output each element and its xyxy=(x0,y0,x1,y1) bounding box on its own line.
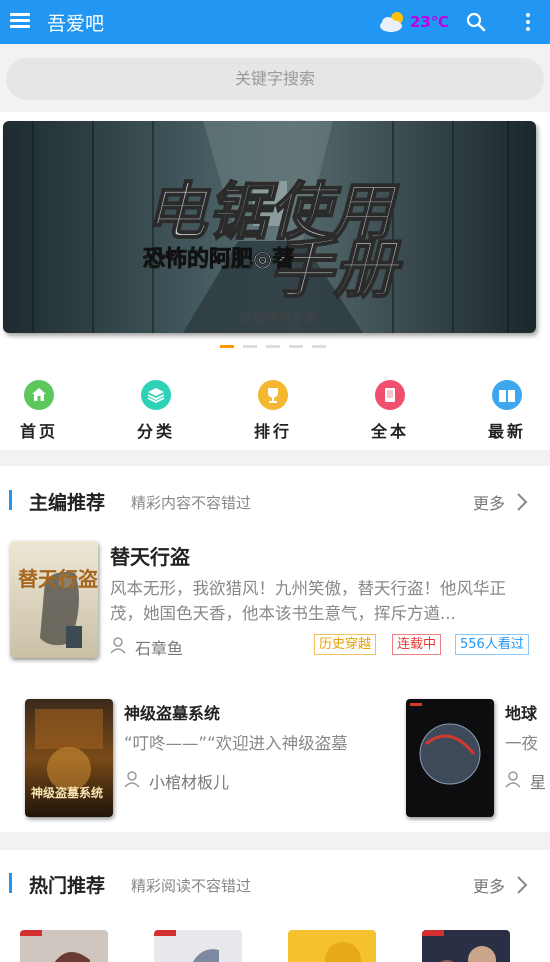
carousel-dot[interactable] xyxy=(289,345,303,348)
banner-carousel[interactable]: 电锯使用 手册 恐怖的阿肥◎著 电锯使用手册 xyxy=(3,121,536,333)
book-icon xyxy=(375,380,405,410)
cover-title-text: 替天行盗 xyxy=(18,567,98,591)
book-author: 小棺材板儿 xyxy=(149,773,230,792)
search-icon[interactable] xyxy=(465,11,487,33)
nav-category[interactable]: 分类 xyxy=(126,380,186,442)
book-description: 一夜 xyxy=(505,734,538,753)
book-cover[interactable] xyxy=(288,930,376,962)
chevron-right-icon[interactable] xyxy=(516,875,528,895)
app-title: 吾爱吧 xyxy=(47,13,105,35)
section-accent-bar xyxy=(9,873,12,893)
weather-icon xyxy=(380,12,403,32)
more-vert-icon[interactable] xyxy=(520,11,536,33)
section-accent-bar xyxy=(9,490,12,510)
temperature-label: 23℃ xyxy=(410,13,450,31)
nav-latest-label: 最新 xyxy=(487,422,526,441)
section-title: 热门推荐 xyxy=(29,875,106,897)
book-cover[interactable] xyxy=(20,930,108,962)
banner-art-author: 恐怖的阿肥◎著 xyxy=(143,246,294,272)
nav-ranking-label: 排行 xyxy=(253,422,292,441)
featured-book-cover[interactable]: 替天行盗 xyxy=(10,541,98,658)
nav-complete-label: 全本 xyxy=(370,422,409,441)
book-description: “叮咚——”“欢迎进入神级盗墓 xyxy=(124,734,348,753)
editor-pick-section: 主编推荐 精彩内容不容错过 更多 替天行盗 替天行盗 风本无形，我欲猎风！九州笑… xyxy=(0,466,550,832)
trophy-icon xyxy=(258,380,288,410)
hot-pick-section: 热门推荐 精彩阅读不容错过 更多 xyxy=(0,850,550,962)
nav-home[interactable]: 首页 xyxy=(9,380,69,442)
featured-book-description: 风本无形，我欲猎风！九州笑傲，替天行盗！他风华正茂，她国色天香，他本该书生意气，… xyxy=(110,579,506,623)
section-subtitle: 精彩阅读不容错过 xyxy=(131,877,252,895)
banner-caption: 电锯使用手册 xyxy=(239,312,318,327)
section-header: 主编推荐 精彩内容不容错过 更多 xyxy=(0,466,550,526)
nav-home-label: 首页 xyxy=(19,422,58,441)
search-input[interactable]: 关键字搜索 xyxy=(6,58,544,100)
nav-complete[interactable]: 全本 xyxy=(360,380,420,442)
home-icon xyxy=(24,380,54,410)
featured-book-title[interactable]: 替天行盗 xyxy=(110,541,190,570)
section-header: 热门推荐 精彩阅读不容错过 更多 xyxy=(0,850,550,910)
menu-icon[interactable] xyxy=(10,11,30,31)
section-subtitle: 精彩内容不容错过 xyxy=(131,494,252,512)
more-link[interactable]: 更多 xyxy=(473,873,505,897)
genre-tag: 历史穿越 xyxy=(314,634,377,655)
chevron-right-icon[interactable] xyxy=(516,492,528,512)
book-title[interactable]: 神级盗墓系统 xyxy=(124,700,220,724)
banner-area: 电锯使用 手册 恐怖的阿肥◎著 电锯使用手册 xyxy=(0,112,550,364)
app-bar: 吾爱吧 23℃ xyxy=(0,0,550,44)
nav-category-label: 分类 xyxy=(136,422,175,441)
carousel-dots xyxy=(220,345,335,349)
more-link[interactable]: 更多 xyxy=(473,490,505,514)
nav-latest[interactable]: 最新 xyxy=(477,380,537,442)
carousel-dot[interactable] xyxy=(243,345,257,348)
book-cover[interactable] xyxy=(422,930,510,962)
carousel-dot[interactable] xyxy=(312,345,326,348)
carousel-dot[interactable] xyxy=(220,345,234,348)
book-cover[interactable] xyxy=(154,930,242,962)
layers-icon xyxy=(141,380,171,410)
book-title[interactable]: 地球 xyxy=(505,700,537,724)
author-icon xyxy=(110,637,126,654)
book-cover[interactable] xyxy=(406,699,494,817)
featured-book-author: 石章鱼 xyxy=(135,639,184,658)
views-tag: 556人看过 xyxy=(455,634,529,655)
book-author: 星 xyxy=(530,773,547,792)
category-nav: 首页 分类 排行 全本 最新 xyxy=(0,364,550,450)
status-tag: 连载中 xyxy=(392,634,442,655)
banner-image: 电锯使用 手册 恐怖的阿肥◎著 xyxy=(3,121,536,333)
cover-title-text: 神级盗墓系统 xyxy=(31,785,103,800)
open-book-icon xyxy=(492,380,522,410)
carousel-dot[interactable] xyxy=(266,345,280,348)
author-icon xyxy=(124,771,140,788)
section-title: 主编推荐 xyxy=(29,492,106,514)
nav-ranking[interactable]: 排行 xyxy=(243,380,303,442)
author-icon xyxy=(505,771,521,788)
book-cover[interactable]: 神级盗墓系统 xyxy=(25,699,113,817)
